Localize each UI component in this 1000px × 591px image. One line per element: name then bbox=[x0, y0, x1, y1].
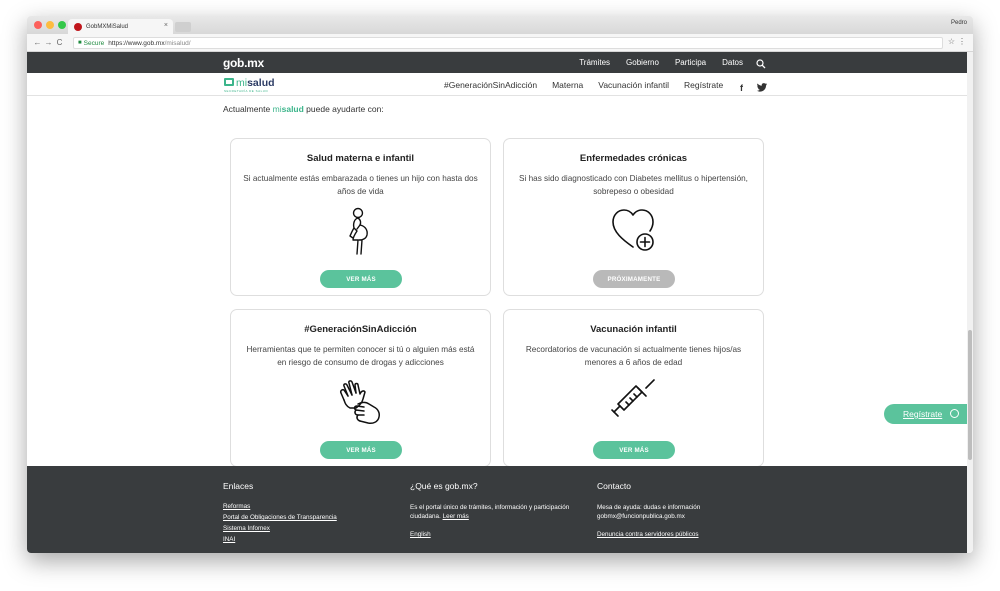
helping-hands-icon bbox=[231, 378, 490, 426]
gob-nav: Trámites Gobierno Participa Datos bbox=[579, 58, 743, 67]
card-title: #GeneraciónSinAdicción bbox=[304, 324, 417, 335]
pregnant-woman-icon bbox=[231, 207, 490, 259]
browser-menu-icon[interactable]: ⋮ bbox=[958, 37, 966, 46]
favicon-icon bbox=[74, 22, 82, 31]
card-description: Recordatorios de vacunación si actualmen… bbox=[525, 345, 742, 367]
logo-subtitle: SECRETARÍA DE SALUD bbox=[224, 89, 269, 93]
gob-nav-gobierno[interactable]: Gobierno bbox=[626, 58, 659, 67]
footer-que-title: ¿Qué es gob.mx? bbox=[410, 481, 478, 491]
title-bar: GobMXMiSalud × Pedro bbox=[27, 16, 973, 34]
twitter-icon[interactable] bbox=[757, 79, 767, 97]
browser-toolbar: ← → C ■ Secure https://www.gob.mx/misalu… bbox=[27, 34, 973, 52]
logo-salud: salud bbox=[247, 77, 275, 89]
misalud-logo-text: misalud bbox=[236, 77, 275, 89]
footer-english-link[interactable]: English bbox=[410, 531, 590, 538]
ver-mas-button[interactable]: VER MÁS bbox=[320, 270, 402, 288]
card-description: Herramientas que te permiten conocer si … bbox=[246, 345, 475, 367]
footer-enlaces-title: Enlaces bbox=[223, 481, 254, 491]
maximize-window-button[interactable] bbox=[58, 21, 66, 29]
page-viewport: gob.mx Trámites Gobierno Participa Datos… bbox=[27, 52, 967, 553]
footer-que-es: ¿Qué es gob.mx? Es el portal único de tr… bbox=[410, 481, 590, 542]
forward-icon[interactable]: → bbox=[44, 38, 53, 47]
intro-after: puede ayudarte con: bbox=[303, 104, 384, 114]
misalud-nav: #GeneraciónSinAdicción Materna Vacunació… bbox=[444, 80, 723, 90]
facebook-icon[interactable]: f bbox=[740, 83, 743, 93]
card-title: Salud materna e infantil bbox=[306, 153, 415, 164]
footer-leer-mas-link[interactable]: Leer más bbox=[443, 513, 469, 520]
card-title: Enfermedades crónicas bbox=[579, 153, 688, 164]
footer: Enlaces Reformas Portal de Obligaciones … bbox=[27, 466, 967, 553]
registrate-label: Regístrate bbox=[903, 409, 943, 419]
gob-nav-tramites[interactable]: Trámites bbox=[579, 58, 610, 67]
card-enfermedades-cronicas: Enfermedades crónicas Si has sido diagno… bbox=[503, 138, 764, 296]
card-vacunacion-infantil: Vacunación infantil Recordatorios de vac… bbox=[503, 309, 764, 467]
misalud-logo[interactable]: misalud bbox=[224, 77, 275, 89]
url-path: /misalud/ bbox=[164, 39, 191, 47]
nav-registrate[interactable]: Regístrate bbox=[684, 80, 723, 90]
back-icon[interactable]: ← bbox=[33, 38, 42, 47]
footer-link-reformas[interactable]: Reformas bbox=[223, 503, 337, 510]
intro-before: Actualmente bbox=[223, 104, 273, 114]
secure-label: Secure bbox=[83, 39, 105, 47]
social-links: f bbox=[740, 79, 767, 97]
scrollbar[interactable] bbox=[967, 52, 973, 553]
footer-contacto-title: Contacto bbox=[597, 481, 632, 491]
heart-plus-icon bbox=[504, 207, 763, 253]
nav-vacunacion[interactable]: Vacunación infantil bbox=[598, 80, 669, 90]
ver-mas-button[interactable]: VER MÁS bbox=[320, 441, 402, 459]
bookmark-star-icon[interactable]: ☆ bbox=[948, 37, 955, 46]
footer-link-inai[interactable]: INAI bbox=[223, 536, 337, 543]
card-title: Vacunación infantil bbox=[590, 324, 677, 335]
card-salud-materna: Salud materna e infantil Si actualmente … bbox=[230, 138, 491, 296]
minimize-window-button[interactable] bbox=[46, 21, 54, 29]
gob-header: gob.mx Trámites Gobierno Participa Datos bbox=[27, 52, 967, 73]
gob-nav-datos[interactable]: Datos bbox=[722, 58, 743, 67]
card-generacion-sin-adiccion: #GeneraciónSinAdicción Herramientas que … bbox=[230, 309, 491, 467]
close-window-button[interactable] bbox=[34, 21, 42, 29]
gob-nav-participa[interactable]: Participa bbox=[675, 58, 706, 67]
lock-icon: ■ bbox=[78, 40, 82, 46]
tab-close-icon[interactable]: × bbox=[164, 22, 168, 29]
profile-name[interactable]: Pedro bbox=[951, 20, 967, 26]
card-description: Si actualmente estás embarazada o tienes… bbox=[243, 174, 478, 196]
logo-mi: mi bbox=[236, 77, 248, 89]
footer-enlaces: Enlaces Reformas Portal de Obligaciones … bbox=[223, 481, 337, 547]
url-host: https://www.gob.mx bbox=[108, 39, 165, 47]
footer-link-infomex[interactable]: Sistema Infomex bbox=[223, 525, 337, 532]
registrate-floating-button[interactable]: Regístrate bbox=[884, 404, 967, 424]
browser-window: GobMXMiSalud × Pedro ← → C ■ Secure http… bbox=[27, 16, 973, 553]
nav-generacion[interactable]: #GeneraciónSinAdicción bbox=[444, 80, 537, 90]
tab-title: GobMXMiSalud bbox=[86, 23, 129, 30]
circle-icon bbox=[950, 409, 959, 418]
reload-icon[interactable]: C bbox=[55, 38, 64, 47]
scrollbar-thumb[interactable] bbox=[968, 330, 972, 460]
syringe-icon bbox=[504, 378, 763, 424]
card-description: Si has sido diagnosticado con Diabetes m… bbox=[519, 174, 748, 196]
browser-tab[interactable]: GobMXMiSalud × bbox=[68, 19, 173, 34]
footer-que-desc: Es el portal único de trámites, informac… bbox=[410, 504, 570, 520]
proximamente-button[interactable]: PRÓXIMAMENTE bbox=[593, 270, 675, 288]
gob-logo[interactable]: gob.mx bbox=[223, 56, 264, 70]
ver-mas-button[interactable]: VER MÁS bbox=[593, 441, 675, 459]
footer-contacto-text: Mesa de ayuda: dudas e información gobmx… bbox=[597, 504, 701, 520]
intro-text: Actualmente misalud puede ayudarte con: bbox=[223, 104, 384, 114]
footer-link-transparencia[interactable]: Portal de Obligaciones de Transparencia bbox=[223, 514, 337, 521]
nav-materna[interactable]: Materna bbox=[552, 80, 583, 90]
intro-salud: salud bbox=[281, 104, 304, 114]
footer-contacto: Contacto Mesa de ayuda: dudas e informac… bbox=[597, 481, 727, 542]
footer-que-text: Es el portal único de trámites, informac… bbox=[410, 503, 590, 521]
address-bar[interactable]: ■ Secure https://www.gob.mx/misalud/ bbox=[73, 37, 943, 49]
intro-mi: mi bbox=[272, 104, 282, 114]
search-icon[interactable] bbox=[756, 56, 766, 74]
footer-denuncia-link[interactable]: Denuncia contra servidores públicos bbox=[597, 531, 727, 538]
cross-logo-icon bbox=[224, 78, 234, 86]
misalud-header: misalud SECRETARÍA DE SALUD #GeneraciónS… bbox=[27, 73, 967, 96]
new-tab-button[interactable] bbox=[175, 22, 191, 32]
